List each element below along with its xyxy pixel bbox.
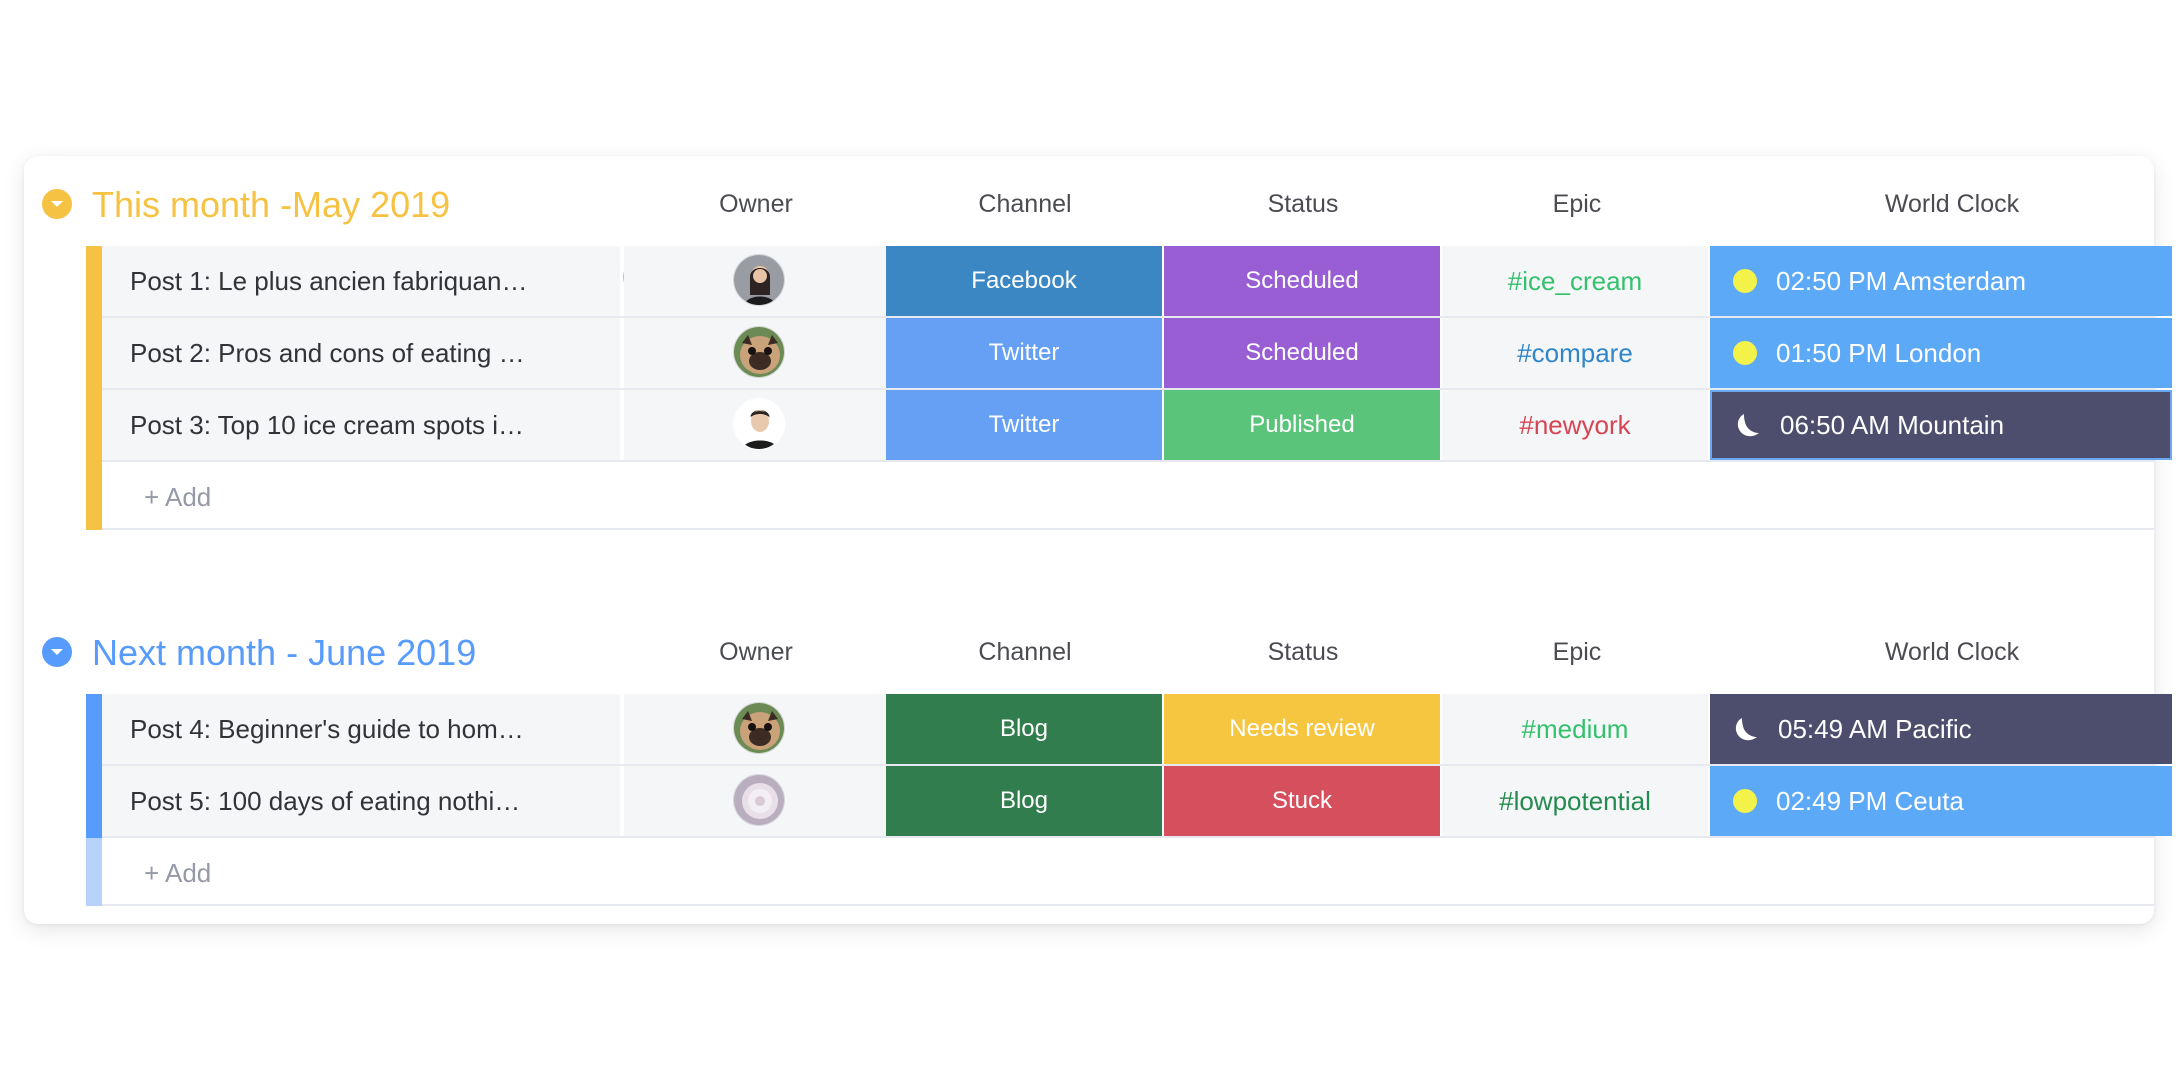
- row-divider: [102, 904, 2154, 906]
- table-row[interactable]: Post 2: Pros and cons of eating ice crea…: [24, 318, 2172, 390]
- column-header-epic[interactable]: Epic: [1442, 638, 1712, 667]
- group-color-bar: [86, 246, 102, 318]
- man-avatar[interactable]: [733, 398, 785, 450]
- moon-icon: [1732, 715, 1760, 743]
- group-color-bar: [86, 838, 102, 906]
- column-header-channel[interactable]: Channel: [886, 638, 1164, 667]
- group-next-month: Next month - June 2019 Owner Channel Sta…: [24, 604, 2172, 906]
- pug-avatar[interactable]: [733, 702, 785, 754]
- chevron-down-icon: [51, 201, 63, 207]
- sun-icon: [1732, 788, 1758, 814]
- item-name[interactable]: Post 1: Le plus ancien fabriquant de gla…: [130, 266, 530, 297]
- clock-time: 02:50 PM Amsterdam: [1776, 265, 2026, 296]
- column-header-status[interactable]: Status: [1164, 190, 1442, 219]
- collapse-group-button[interactable]: [42, 637, 72, 667]
- world-clock-cell[interactable]: 01:50 PM London: [1710, 318, 2172, 388]
- sun-icon: [1732, 268, 1758, 294]
- item-name[interactable]: Post 3: Top 10 ice cream spots in New Yo…: [130, 410, 530, 441]
- item-name-cell[interactable]: Post 3: Top 10 ice cream spots in New Yo…: [102, 390, 664, 460]
- channel-label[interactable]: Blog: [886, 694, 1162, 764]
- group-color-bar: [86, 694, 102, 766]
- board: This month -May 2019 Owner Channel Statu…: [24, 156, 2172, 924]
- row-divider: [102, 528, 2154, 530]
- item-name-cell[interactable]: Post 2: Pros and cons of eating ice crea…: [102, 318, 664, 388]
- group-header: This month -May 2019 Owner Channel Statu…: [24, 156, 2154, 246]
- world-clock-cell[interactable]: 02:49 PM Ceuta: [1710, 766, 2172, 836]
- owner-cell[interactable]: [624, 694, 888, 764]
- group-header: Next month - June 2019 Owner Channel Sta…: [24, 604, 2154, 694]
- owner-cell[interactable]: [624, 766, 888, 836]
- status-label[interactable]: Needs review: [1164, 694, 1440, 764]
- clock-time: 01:50 PM London: [1776, 337, 1982, 368]
- collapse-group-button[interactable]: [42, 189, 72, 219]
- table-row[interactable]: Post 5: 100 days of eating nothing but i…: [24, 766, 2172, 838]
- item-name-cell[interactable]: Post 5: 100 days of eating nothing but i…: [102, 766, 664, 836]
- status-label[interactable]: Scheduled: [1164, 318, 1440, 388]
- column-header-world-clock[interactable]: World Clock: [1710, 190, 2179, 219]
- item-name[interactable]: Post 2: Pros and cons of eating ice crea…: [130, 338, 530, 369]
- item-name[interactable]: Post 5: 100 days of eating nothing but i…: [130, 786, 530, 817]
- group-color-bar: [86, 462, 102, 530]
- epic-tag[interactable]: #medium: [1442, 694, 1708, 764]
- group-this-month: This month -May 2019 Owner Channel Statu…: [24, 156, 2172, 530]
- group-color-bar: [86, 766, 102, 838]
- channel-label[interactable]: Blog: [886, 766, 1162, 836]
- channel-label[interactable]: Twitter: [886, 390, 1162, 460]
- flower-avatar[interactable]: [733, 774, 785, 826]
- column-header-channel[interactable]: Channel: [886, 190, 1164, 219]
- table-row[interactable]: Post 4: Beginner's guide to homemade ice…: [24, 694, 2172, 766]
- column-header-owner[interactable]: Owner: [624, 190, 888, 219]
- column-header-status[interactable]: Status: [1164, 638, 1442, 667]
- epic-tag[interactable]: #compare: [1442, 318, 1708, 388]
- status-label[interactable]: Scheduled: [1164, 246, 1440, 316]
- clock-time: 02:49 PM Ceuta: [1776, 785, 1964, 816]
- item-name-cell[interactable]: Post 4: Beginner's guide to homemade ice…: [102, 694, 664, 764]
- add-item-button[interactable]: + Add: [144, 482, 211, 513]
- table-row[interactable]: Post 1: Le plus ancien fabriquant de gla…: [24, 246, 2172, 318]
- epic-tag[interactable]: #lowpotential: [1442, 766, 1708, 836]
- world-clock-cell[interactable]: 06:50 AM Mountain: [1710, 390, 2172, 460]
- channel-label[interactable]: Twitter: [886, 318, 1162, 388]
- epic-tag[interactable]: #ice_cream: [1442, 246, 1708, 316]
- column-header-owner[interactable]: Owner: [624, 638, 888, 667]
- chevron-down-icon: [51, 649, 63, 655]
- add-item-row[interactable]: + Add: [24, 838, 2154, 906]
- clock-time: 05:49 AM Pacific: [1778, 713, 1972, 744]
- status-label[interactable]: Stuck: [1164, 766, 1440, 836]
- item-name[interactable]: Post 4: Beginner's guide to homemade ice…: [130, 714, 530, 745]
- owner-cell[interactable]: [624, 318, 888, 388]
- column-header-world-clock[interactable]: World Clock: [1710, 638, 2179, 667]
- woman-avatar[interactable]: [733, 254, 785, 306]
- status-label[interactable]: Published: [1164, 390, 1440, 460]
- pug-avatar[interactable]: [733, 326, 785, 378]
- add-item-button[interactable]: + Add: [144, 858, 211, 889]
- moon-icon: [1734, 411, 1762, 439]
- group-title[interactable]: This month -May 2019: [92, 184, 450, 226]
- table-row[interactable]: Post 3: Top 10 ice cream spots in New Yo…: [24, 390, 2172, 462]
- world-clock-cell[interactable]: 02:50 PM Amsterdam: [1710, 246, 2172, 316]
- owner-cell[interactable]: [624, 246, 888, 316]
- add-item-row[interactable]: + Add: [24, 462, 2154, 530]
- owner-cell[interactable]: [624, 390, 888, 460]
- column-header-epic[interactable]: Epic: [1442, 190, 1712, 219]
- group-color-bar: [86, 318, 102, 390]
- clock-time: 06:50 AM Mountain: [1780, 409, 2005, 440]
- world-clock-cell[interactable]: 05:49 AM Pacific: [1710, 694, 2172, 764]
- channel-label[interactable]: Facebook: [886, 246, 1162, 316]
- group-title[interactable]: Next month - June 2019: [92, 632, 476, 674]
- epic-tag[interactable]: #newyork: [1442, 390, 1708, 460]
- group-color-bar: [86, 390, 102, 462]
- sun-icon: [1732, 340, 1758, 366]
- item-name-cell[interactable]: Post 1: Le plus ancien fabriquant de gla…: [102, 246, 668, 316]
